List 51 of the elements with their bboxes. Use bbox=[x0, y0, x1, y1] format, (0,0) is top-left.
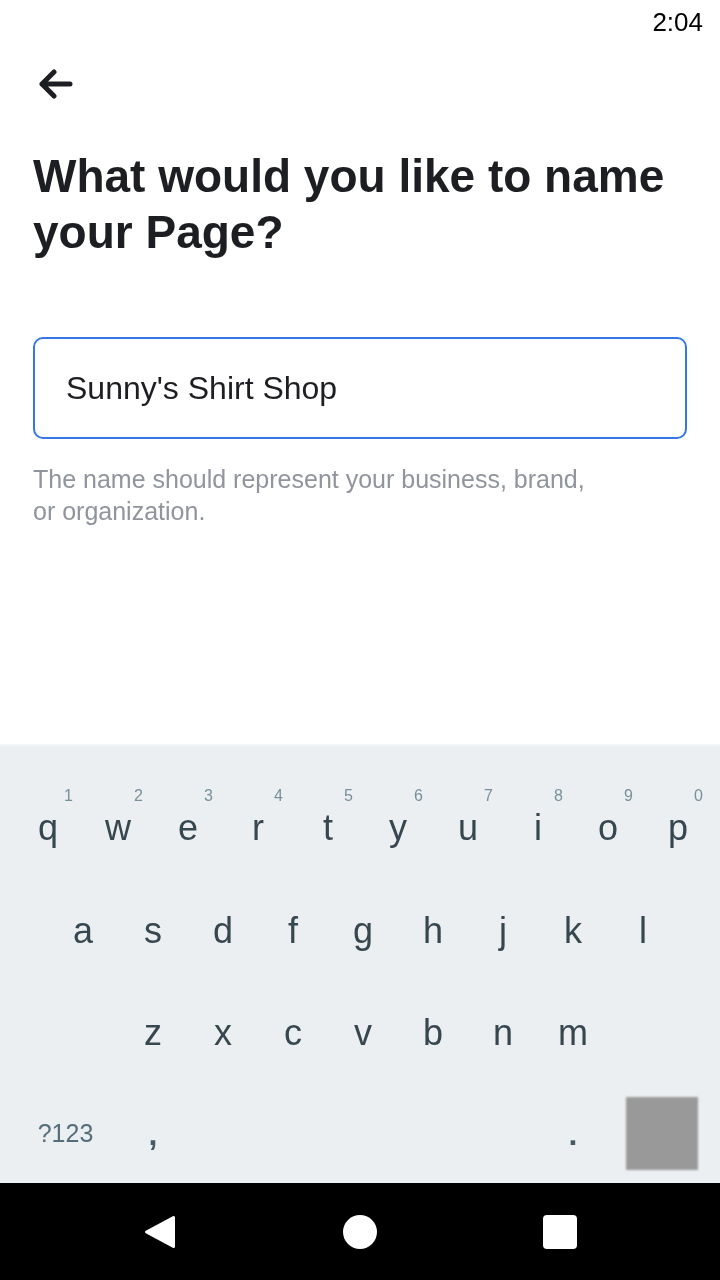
back-button[interactable] bbox=[39, 69, 73, 99]
number-hint: 4 bbox=[274, 788, 283, 805]
keyboard-key[interactable]: w 2 bbox=[83, 788, 153, 869]
keyboard-key[interactable]: d bbox=[188, 898, 258, 963]
nav-recents-button[interactable] bbox=[543, 1214, 577, 1249]
keyboard-key[interactable]: j bbox=[468, 898, 538, 963]
keyboard-key[interactable]: l bbox=[608, 898, 678, 963]
keyboard-key[interactable]: o 9 bbox=[573, 788, 643, 869]
keyboard-key[interactable]: . bbox=[538, 1101, 608, 1166]
name-field[interactable]: Sunny's Shirt Shop bbox=[33, 337, 687, 439]
triangle-icon bbox=[144, 1214, 176, 1249]
keyboard-key[interactable]: r 4 bbox=[223, 788, 293, 869]
keyboard-key[interactable]: i 8 bbox=[503, 788, 573, 869]
keyboard-key[interactable]: n bbox=[468, 1001, 538, 1066]
keyboard-key[interactable]: q 1 bbox=[13, 788, 83, 869]
keyboard-key[interactable]: z bbox=[118, 1001, 188, 1066]
keyboard-key[interactable]: k bbox=[538, 898, 608, 963]
keyboard-key[interactable]: x bbox=[188, 1001, 258, 1066]
keyboard-key[interactable]: m bbox=[538, 1001, 608, 1066]
circle-icon bbox=[343, 1214, 377, 1249]
page-title: What would you like to name your Page? bbox=[33, 149, 666, 260]
number-hint: 5 bbox=[344, 788, 353, 805]
keyboard-key[interactable]: f bbox=[258, 898, 328, 963]
helper-text: The name should represent your business, brand, or organization. bbox=[33, 464, 586, 527]
number-hint: 6 bbox=[414, 788, 423, 805]
keyboard-key[interactable]: , bbox=[118, 1101, 188, 1166]
nav-home-button[interactable] bbox=[343, 1214, 377, 1249]
nav-back-button[interactable] bbox=[144, 1214, 176, 1249]
square-icon bbox=[543, 1214, 577, 1249]
keyboard-key[interactable]: y 6 bbox=[363, 788, 433, 869]
keyboard-key[interactable]: a bbox=[48, 898, 118, 963]
number-hint: 1 bbox=[64, 788, 73, 805]
keyboard-key[interactable]: p 0 bbox=[643, 788, 713, 869]
status-time: 2:04 bbox=[652, 7, 703, 37]
symbols-key[interactable]: ?123 bbox=[13, 1101, 118, 1166]
keyboard-key[interactable]: e 3 bbox=[153, 788, 223, 869]
number-hint: 3 bbox=[204, 788, 213, 805]
number-hint: 9 bbox=[624, 788, 633, 805]
arrow-left-icon bbox=[39, 69, 73, 99]
number-hint: 8 bbox=[554, 788, 563, 805]
number-hint: 2 bbox=[134, 788, 143, 805]
number-hint: 7 bbox=[484, 788, 493, 805]
keyboard-key[interactable]: h bbox=[398, 898, 468, 963]
keyboard-key[interactable]: b bbox=[398, 1001, 468, 1066]
keyboard-key[interactable]: t 5 bbox=[293, 788, 363, 869]
keyboard-key[interactable]: g bbox=[328, 898, 398, 963]
number-hint: 0 bbox=[694, 788, 703, 805]
keyboard-key[interactable]: v bbox=[328, 1001, 398, 1066]
keyboard-key[interactable]: s bbox=[118, 898, 188, 963]
keyboard-key[interactable]: u 7 bbox=[433, 788, 503, 869]
keyboard-key[interactable]: c bbox=[258, 1001, 328, 1066]
